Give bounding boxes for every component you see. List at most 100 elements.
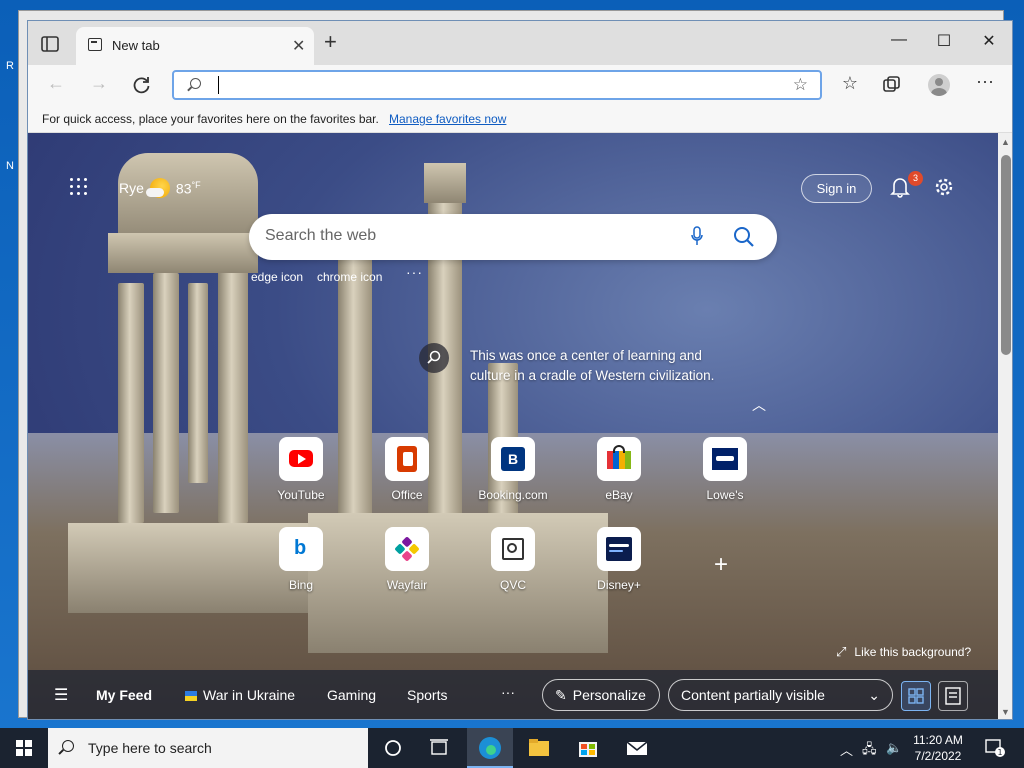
gear-icon[interactable] [934,177,954,197]
tab-actions-icon[interactable] [40,35,60,53]
feed-more-icon[interactable]: ··· [501,684,515,700]
task-view-icon[interactable] [416,728,462,768]
new-tab-page: Rye 83°F Sign in 3 edge icon chrome [28,133,998,719]
pencil-icon: ✎ [555,687,567,703]
image-info-icon[interactable] [419,343,449,373]
lowes-icon [703,437,747,481]
add-site-icon[interactable]: + [714,551,728,579]
ebay-icon [597,437,641,481]
quick-link-edge[interactable]: edge icon [251,270,303,284]
maximize-button[interactable]: ☐ [921,31,967,51]
mail-icon[interactable] [614,728,660,768]
office-icon [385,437,429,481]
quick-link-chrome[interactable]: chrome icon [317,270,382,284]
tile-wayfair[interactable]: Wayfair [362,527,452,609]
file-explorer-icon[interactable] [516,728,562,768]
personalize-label: Personalize [572,687,646,703]
cortana-icon[interactable] [370,728,416,768]
volume-icon[interactable]: 🔈 [886,740,902,756]
new-tab-icon [88,38,102,51]
collections-icon[interactable] [882,75,902,95]
content-visibility-dropdown[interactable]: Content partially visible ⌄ [668,679,893,711]
microphone-icon[interactable] [691,226,703,246]
manage-favorites-link[interactable]: Manage favorites now [389,112,506,126]
edge-taskbar-icon[interactable] [467,728,513,768]
profile-avatar[interactable] [928,74,950,96]
notifications-bell-icon[interactable] [890,176,910,198]
tile-disney-plus[interactable]: Disney+ [574,527,664,609]
ukraine-flag-icon [185,691,197,701]
tile-label: Lowe's [706,488,744,502]
tile-youtube[interactable]: YouTube [256,437,346,519]
favorites-bar-message: For quick access, place your favorites h… [42,112,379,126]
browser-window: New tab ✕ + — ☐ ✕ ← → ☆ ☆ ··· For quick … [27,20,1013,720]
list-view-button[interactable] [938,681,968,711]
chevron-up-icon[interactable]: ︿ [752,395,766,415]
feed-tab-sports[interactable]: Sports [407,687,447,703]
tile-office[interactable]: Office [362,437,452,519]
image-info-text[interactable]: This was once a center of learning and c… [470,346,740,386]
page-scrollbar[interactable]: ▲ ▼ [998,133,1012,719]
feed-tab-gaming[interactable]: Gaming [327,687,376,703]
web-search-box[interactable] [249,214,777,260]
minimize-button[interactable]: — [876,31,922,49]
tile-label: Bing [288,578,314,592]
weather-widget[interactable]: Rye 83°F [119,178,201,198]
tile-label: YouTube [277,488,325,502]
partly-sunny-icon [145,178,170,198]
add-favorite-icon[interactable]: ☆ [793,75,808,95]
quick-links-more[interactable]: ··· [406,264,423,280]
like-background-link[interactable]: ⤢ Like this background? [836,644,971,660]
back-icon[interactable]: ← [44,73,68,94]
apps-grid-icon[interactable] [70,178,90,198]
youtube-logo-shape [289,450,313,467]
feed-bar: ☰ My Feed War in Ukraine Gaming Sports ·… [28,670,998,719]
taskbar-clock[interactable]: 11:20 AM 7/2/2022 [904,732,972,764]
action-center-icon[interactable]: 1 [984,738,1006,761]
new-tab-button[interactable]: + [324,31,337,53]
tab-title: New tab [112,38,160,53]
feed-tab-war-in-ukraine[interactable]: War in Ukraine [185,687,295,703]
address-input[interactable] [218,76,768,94]
favorites-icon[interactable]: ☆ [838,73,862,94]
tile-bing[interactable]: b Bing [256,527,346,609]
action-center-count: 1 [997,748,1002,757]
feed-tab-my-feed[interactable]: My Feed [96,687,152,703]
navigation-toolbar: ← → ☆ ☆ ··· [28,65,1012,105]
tile-label: Wayfair [386,578,428,592]
notification-badge: 3 [908,171,923,186]
scrollbar-thumb[interactable] [1001,155,1011,355]
personalize-button[interactable]: ✎ Personalize [542,679,660,711]
windows-start-icon[interactable] [16,740,32,756]
grid-view-icon [908,688,924,704]
scroll-down-icon[interactable]: ▼ [1001,707,1010,717]
show-hidden-icons-chevron[interactable]: ︿ [840,740,853,759]
tile-lowes[interactable]: Lowe's [680,437,770,519]
tab-new-tab[interactable]: New tab ✕ [76,27,314,65]
tile-booking[interactable]: B Booking.com [468,437,558,519]
sign-in-button[interactable]: Sign in [801,174,872,203]
search-icon[interactable] [733,226,755,248]
qvc-icon [491,527,535,571]
close-window-button[interactable]: ✕ [966,31,1012,51]
taskbar-search-box[interactable]: Type here to search [48,728,368,768]
grid-view-button[interactable] [901,681,931,711]
desktop-icon-label: N [6,160,14,172]
hamburger-menu-icon[interactable]: ☰ [54,685,68,705]
more-options-icon[interactable]: ··· [973,71,997,92]
tile-ebay[interactable]: eBay [574,437,664,519]
forward-icon[interactable]: → [87,73,111,94]
close-tab-icon[interactable]: ✕ [292,36,305,56]
tile-qvc[interactable]: QVC [468,527,558,609]
web-search-input[interactable] [265,227,665,245]
microsoft-store-icon[interactable] [565,728,611,768]
expand-icon: ⤢ [836,644,847,659]
search-icon [62,740,74,752]
scroll-up-icon[interactable]: ▲ [1001,137,1010,147]
refresh-icon[interactable] [132,75,152,95]
address-bar[interactable]: ☆ [172,70,822,100]
tile-label: eBay [605,488,633,502]
bing-icon: b [279,527,323,571]
search-icon [190,78,201,89]
network-icon[interactable]: 🖧 [862,740,877,762]
